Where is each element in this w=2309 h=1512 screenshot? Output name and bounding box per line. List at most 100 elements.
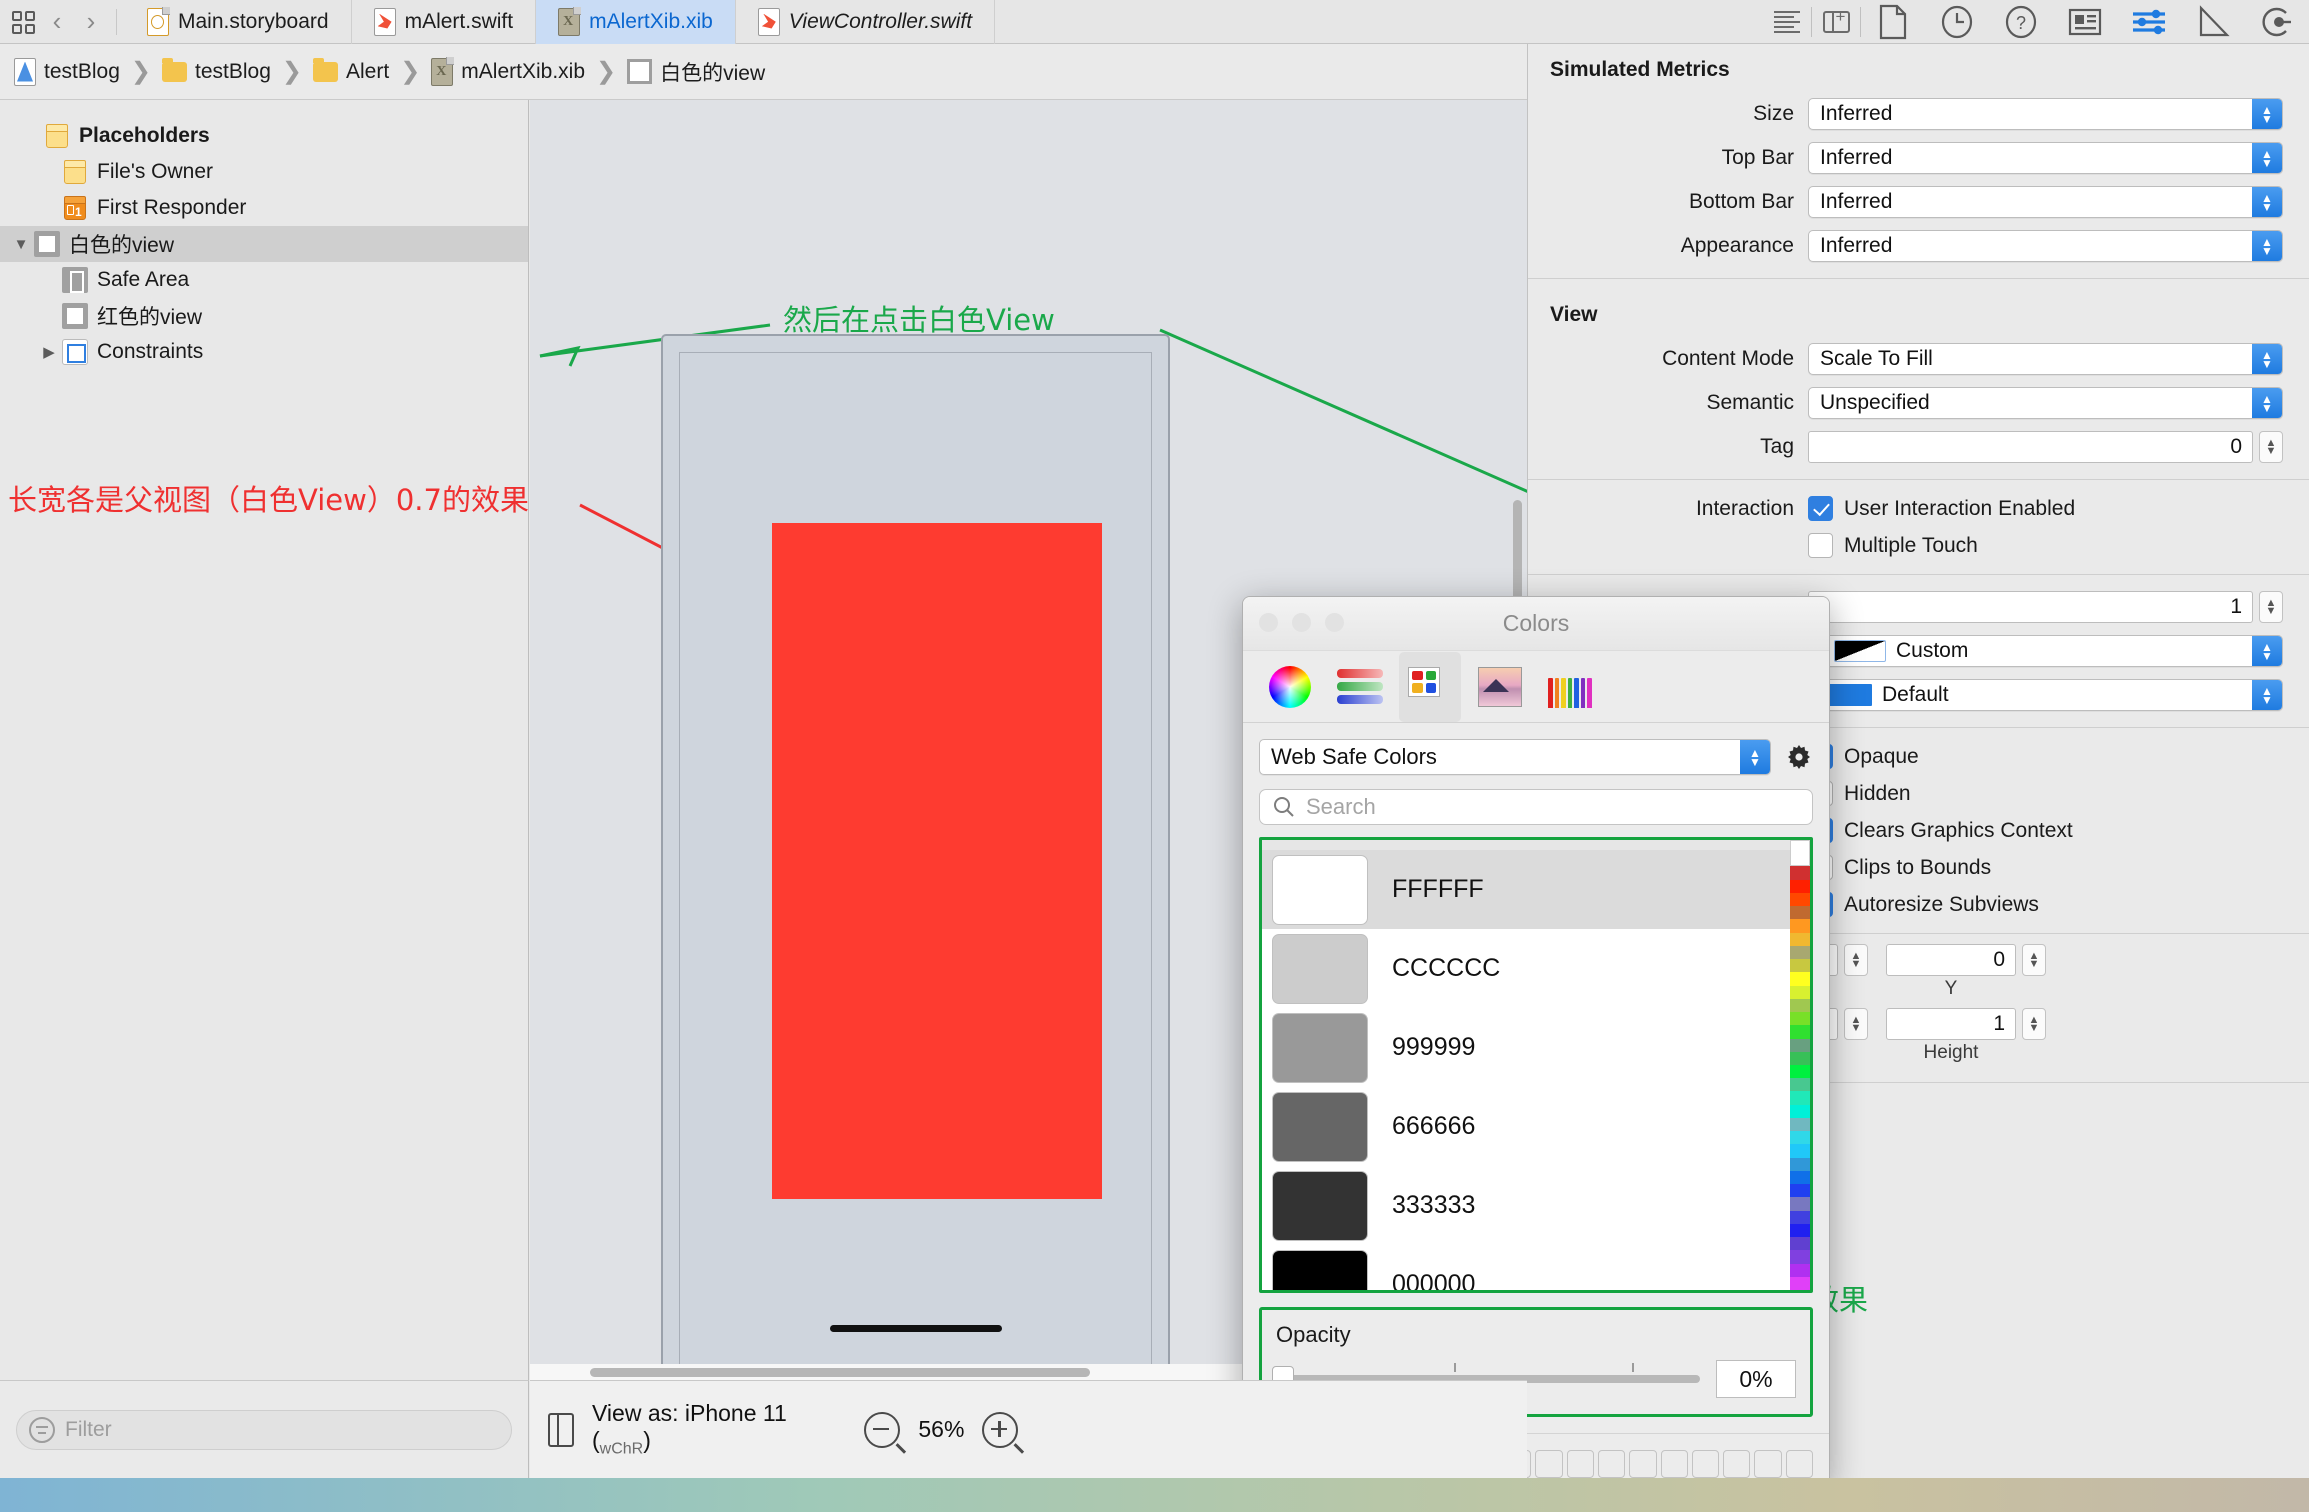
appearance-popup[interactable]: Inferred ▲ ▼ <box>1808 230 2283 262</box>
tab-malertxib-xib[interactable]: X mAlertXib.xib <box>536 0 736 44</box>
device-preview[interactable] <box>661 334 1170 1380</box>
breadcrumb-item-folder-alert[interactable]: Alert <box>313 57 389 84</box>
tint-color-popup[interactable]: Default ▲ ▼ <box>1808 679 2283 711</box>
chevron-updown-icon[interactable]: ▲ ▼ <box>1740 740 1770 774</box>
alpha-stepper[interactable]: ▲ ▼ <box>2259 591 2283 623</box>
color-well[interactable] <box>1629 1450 1657 1478</box>
outline-row-first-responder[interactable]: 1 First Responder <box>0 190 528 226</box>
outline-row-constraints[interactable]: ▶ Constraints <box>0 334 528 370</box>
color-well[interactable] <box>1723 1450 1751 1478</box>
stretching-y-stepper[interactable]: ▲ ▼ <box>2022 944 2046 976</box>
chevron-updown-icon[interactable]: ▲ ▼ <box>2252 187 2282 217</box>
breadcrumb-item-view[interactable]: 白色的view <box>627 57 765 87</box>
color-well[interactable] <box>1660 1450 1688 1478</box>
stretching-x-stepper[interactable]: ▲ ▼ <box>1844 944 1868 976</box>
stretching-y-input[interactable]: 0 <box>1886 944 2016 976</box>
color-row-666666[interactable]: 666666 <box>1262 1087 1810 1166</box>
color-row-999999[interactable]: 999999 <box>1262 1008 1810 1087</box>
chevron-updown-icon[interactable]: ▲ ▼ <box>2252 344 2282 374</box>
color-row-333333[interactable]: 333333 <box>1262 1166 1810 1245</box>
tag-input[interactable]: 0 <box>1808 431 2253 463</box>
minimize-button[interactable] <box>1292 613 1311 632</box>
semantic-popup[interactable]: Unspecified ▲ ▼ <box>1808 387 2283 419</box>
chevron-updown-icon[interactable]: ▲ ▼ <box>2252 143 2282 173</box>
document-outline-icon[interactable] <box>548 1412 574 1447</box>
stretching-height-stepper[interactable]: ▲ ▼ <box>2022 1008 2046 1040</box>
color-palettes-icon[interactable] <box>1399 651 1461 722</box>
palette-popup[interactable]: Web Safe Colors ▲ ▼ <box>1259 739 1771 775</box>
tab-viewcontroller-swift[interactable]: ViewController.swift <box>736 0 996 44</box>
breadcrumb-item-project[interactable]: testBlog <box>14 57 120 86</box>
color-well[interactable] <box>1566 1450 1594 1478</box>
disclosure-triangle[interactable]: ▶ <box>36 343 62 361</box>
filter-input[interactable]: Filter <box>16 1409 512 1450</box>
color-well[interactable] <box>1785 1450 1813 1478</box>
field-tag: Tag 0 ▲ ▼ <box>1528 425 2309 469</box>
back-button[interactable]: ‹ <box>40 6 74 37</box>
outline-row-white-view[interactable]: ▼ 白色的view <box>0 226 528 262</box>
field-semantic: Semantic Unspecified ▲ ▼ <box>1528 381 2309 425</box>
color-row-ffffff[interactable]: FFFFFF <box>1262 850 1810 929</box>
identity-inspector-icon[interactable] <box>2053 0 2117 44</box>
outline-row-files-owner[interactable]: File's Owner <box>0 154 528 190</box>
quick-help-icon[interactable]: ? <box>1989 0 2053 44</box>
color-well[interactable] <box>1535 1450 1563 1478</box>
forward-button[interactable]: › <box>74 6 108 37</box>
red-view[interactable] <box>772 523 1102 1199</box>
colors-panel[interactable]: Colors Web Safe Colors ▲ ▼ Search FFFFFF… <box>1242 596 1830 1486</box>
history-inspector-icon[interactable] <box>1925 0 1989 44</box>
color-row-000000[interactable]: 000000 <box>1262 1245 1810 1290</box>
color-list-scroll-thumb[interactable] <box>1790 840 1810 866</box>
gear-icon[interactable] <box>1785 743 1813 771</box>
image-palettes-icon[interactable] <box>1469 652 1531 722</box>
breadcrumb-item-xib[interactable]: X mAlertXib.xib <box>431 56 585 86</box>
zoom-button[interactable] <box>1325 613 1344 632</box>
tab-malert-swift[interactable]: mAlert.swift <box>352 0 537 44</box>
zoom-in-icon[interactable] <box>982 1411 1019 1448</box>
pencils-icon[interactable] <box>1539 652 1601 722</box>
color-well[interactable] <box>1598 1450 1626 1478</box>
multiple-touch-checkbox[interactable] <box>1808 533 1833 558</box>
attributes-inspector-icon[interactable] <box>2117 0 2181 44</box>
chevron-updown-icon[interactable]: ▲ ▼ <box>2252 680 2282 710</box>
white-view[interactable] <box>679 352 1152 1369</box>
add-editor-icon[interactable] <box>1812 0 1860 44</box>
stretching-height-input[interactable]: 1 <box>1886 1008 2016 1040</box>
outline-row-placeholders[interactable]: Placeholders <box>0 118 528 154</box>
tag-stepper[interactable]: ▲ ▼ <box>2259 431 2283 463</box>
color-sliders-icon[interactable] <box>1329 652 1391 722</box>
outline-row-red-view[interactable]: 红色的view <box>0 298 528 334</box>
chevron-updown-icon[interactable]: ▲ ▼ <box>2252 636 2282 666</box>
opacity-value-input[interactable]: 0% <box>1716 1360 1796 1398</box>
content-mode-popup[interactable]: Scale To Fill ▲ ▼ <box>1808 343 2283 375</box>
connections-inspector-icon[interactable] <box>2245 0 2309 44</box>
breadcrumb-item-folder-testblog[interactable]: testBlog <box>162 57 271 84</box>
color-row-cccccc[interactable]: CCCCCC <box>1262 929 1810 1008</box>
user-interaction-checkbox[interactable] <box>1808 496 1833 521</box>
file-inspector-icon[interactable] <box>1861 0 1925 44</box>
stretching-width-stepper[interactable]: ▲ ▼ <box>1844 1008 1868 1040</box>
chevron-updown-icon[interactable]: ▲ ▼ <box>2252 99 2282 129</box>
close-button[interactable] <box>1259 613 1278 632</box>
text-lines-icon[interactable] <box>1763 0 1811 44</box>
color-spectrum-strip[interactable] <box>1790 840 1810 1290</box>
tab-main-storyboard[interactable]: Main.storyboard <box>125 0 352 44</box>
color-wheel-icon[interactable] <box>1259 652 1321 722</box>
zoom-out-icon[interactable] <box>864 1411 901 1448</box>
size-popup[interactable]: Inferred ▲ ▼ <box>1808 98 2283 130</box>
top-bar-popup[interactable]: Inferred ▲ ▼ <box>1808 142 2283 174</box>
chevron-updown-icon[interactable]: ▲ ▼ <box>2252 388 2282 418</box>
view-as-label[interactable]: View as: iPhone 11 (wChR) <box>592 1400 828 1459</box>
outline-row-safe-area[interactable]: Safe Area <box>0 262 528 298</box>
color-well[interactable] <box>1691 1450 1720 1478</box>
background-color-popup[interactable]: Custom ▲ ▼ <box>1822 635 2283 667</box>
color-list[interactable]: FFFFFF CCCCCC 999999 666666 333333 00000… <box>1262 840 1810 1290</box>
chevron-updown-icon[interactable]: ▲ ▼ <box>2252 231 2282 261</box>
toolbar-grid-icon[interactable] <box>10 9 40 35</box>
size-inspector-icon[interactable] <box>2181 0 2245 44</box>
alpha-input[interactable]: 1 <box>1808 591 2253 623</box>
color-well[interactable] <box>1754 1450 1782 1478</box>
bottom-bar-popup[interactable]: Inferred ▲ ▼ <box>1808 186 2283 218</box>
color-search-input[interactable]: Search <box>1259 789 1813 825</box>
disclosure-triangle[interactable]: ▼ <box>8 236 34 253</box>
